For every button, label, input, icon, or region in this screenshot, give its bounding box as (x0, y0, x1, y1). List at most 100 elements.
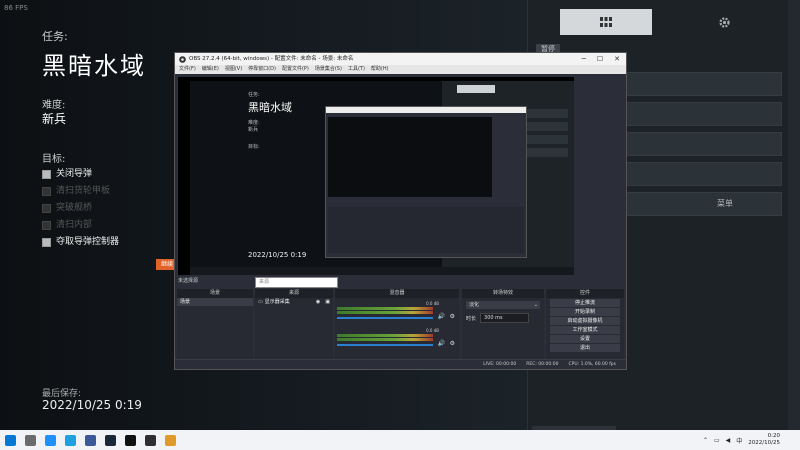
source-item[interactable]: ▭ 显示器采集 ◉ ▣ (255, 298, 333, 307)
duration-input[interactable]: 300 ms (480, 313, 530, 323)
objective-item: 清扫内部 (42, 217, 119, 234)
preview-mission-title: 黑暗水域 (248, 101, 292, 114)
control-button[interactable]: 停止推流 (550, 299, 620, 307)
scene-item[interactable]: 场景 (177, 298, 253, 306)
checkbox-icon (42, 238, 51, 247)
menu-item[interactable]: 配置文件(P) (282, 65, 309, 74)
obs-icon[interactable] (140, 430, 160, 450)
store-icon[interactable] (80, 430, 100, 450)
menu-item[interactable]: 场景集合(S) (315, 65, 342, 74)
properties-button[interactable]: 来源 (255, 277, 338, 288)
mixer-dock: 混音器 0.0 dB 🔊 ⚙ 0.0 dB 🔊 ⚙ (335, 289, 459, 369)
control-button[interactable]: 退出 (550, 344, 620, 352)
mission-title: 黑暗水域 (42, 52, 146, 80)
network-icon[interactable]: ▭ (714, 437, 720, 444)
menu-button-1[interactable] (624, 72, 782, 96)
obs-preview[interactable]: 任务: 黑暗水域 难度: 新兵 目标: 2022/10/25 0:19 (178, 77, 574, 275)
mixer-channel-2: 0.0 dB 🔊 ⚙ (337, 328, 457, 352)
control-button[interactable]: 工作室模式 (550, 326, 620, 334)
grid-tab[interactable] (560, 9, 652, 35)
scenes-dock: 场景 场景 + − ⌃ ⌄ (177, 289, 253, 369)
volume-slider[interactable] (337, 344, 433, 346)
volume-slider[interactable] (337, 317, 433, 319)
control-button[interactable]: 设置 (550, 335, 620, 343)
menu-button-2[interactable] (624, 102, 782, 126)
menu-button-3[interactable] (624, 132, 782, 156)
objectives-list: 关闭导弹 清扫货轮甲板 突破舰桥清扫内部夺取导弹控制器 (42, 166, 119, 251)
monitor-icon: ▭ (258, 299, 263, 305)
control-button[interactable]: 开始录制 (550, 308, 620, 316)
last-save-value: 2022/10/25 0:19 (42, 398, 142, 412)
rec-status: REC: 00:00:00 (526, 362, 559, 367)
menu-item[interactable]: 文件(F) (179, 65, 196, 74)
objective-item: 夺取导弹控制器 (42, 234, 119, 251)
system-tray: ⌃ ▭ ◀ 中 0:20 2022/10/25 (703, 430, 780, 450)
mission-block: 任务: 黑暗水域 (42, 28, 146, 81)
preview-capture: 任务: 黑暗水域 难度: 新兵 目标: 2022/10/25 0:19 (190, 81, 574, 275)
obs-titlebar: OBS 27.2.4 (64-bit, windows) - 配置文件: 未命名… (175, 53, 626, 65)
obs-docks: 未选择源 来源 场景 场景 + − ⌃ ⌄ 来源 ▭ 显示器采集 ◉ ▣ + − (175, 277, 626, 369)
clock-date: 2022/10/25 (748, 440, 780, 446)
cpu-status: CPU: 1.0%, 60.00 fps (568, 362, 617, 367)
menu-button-4[interactable] (624, 162, 782, 186)
channel-db: 0.0 dB (426, 301, 439, 306)
mission-label: 任务: (42, 30, 68, 43)
input-language[interactable]: 中 (736, 436, 742, 445)
maximize-button[interactable]: ☐ (597, 53, 603, 65)
obs-logo-icon (179, 55, 186, 63)
source-item-label: 显示器采集 (264, 299, 290, 305)
level-meter (337, 334, 433, 337)
objective-label: 夺取导弹控制器 (56, 237, 120, 247)
speaker-icon[interactable]: 🔊 (438, 340, 445, 347)
edge-icon[interactable] (60, 430, 80, 450)
menu-item[interactable]: 停靠窗口(D) (248, 65, 276, 74)
speaker-icon[interactable]: 🔊 (438, 313, 445, 320)
objective-item: 清扫货轮甲板 (42, 183, 119, 200)
chevron-up-icon[interactable]: ⌃ (703, 437, 708, 444)
visibility-eye-icon[interactable]: ◉ (316, 298, 320, 307)
task-view-icon[interactable] (20, 430, 40, 450)
folder-icon[interactable] (160, 430, 180, 450)
channel-gear-icon[interactable]: ⚙ (450, 313, 455, 320)
volume-icon[interactable]: ◀ (726, 437, 731, 444)
preview-taskbar (190, 267, 574, 275)
preview-objectives-label: 目标: (248, 144, 260, 150)
minimize-button[interactable]: ─ (582, 53, 586, 65)
taskbar-apps (0, 430, 180, 450)
channel-gear-icon[interactable]: ⚙ (450, 340, 455, 347)
objective-label: 清扫内部 (56, 220, 93, 230)
checkbox-icon (42, 187, 51, 196)
menu-button-5[interactable]: 菜单 (624, 192, 782, 216)
windows-taskbar: ⌃ ▭ ◀ 中 0:20 2022/10/25 (0, 430, 800, 450)
menu-item[interactable]: 帮助(H) (371, 65, 389, 74)
close-button[interactable]: ✕ (614, 53, 620, 65)
menu-item[interactable]: 工具(T) (348, 65, 365, 74)
menu-item[interactable]: 视图(V) (225, 65, 242, 74)
menu-item[interactable]: 编辑(E) (202, 65, 219, 74)
settings-tab[interactable] (678, 9, 770, 35)
cortana-icon[interactable] (40, 430, 60, 450)
lock-icon[interactable]: ▣ (325, 298, 330, 307)
preview-mission-label: 任务: (248, 92, 260, 98)
difficulty-label: 难度: (42, 100, 66, 111)
preview-date: 2022/10/25 0:19 (248, 251, 307, 259)
controls-header: 控件 (546, 289, 624, 298)
preview-grid-tab (457, 85, 495, 93)
checkbox-icon (42, 204, 51, 213)
objective-item: 突破舰桥 (42, 200, 119, 217)
mixer-channel-1: 0.0 dB 🔊 ⚙ (337, 301, 457, 325)
controls-dock: 控件 停止推流 开始录制 启动虚拟摄像机 工作室模式 设置 退出 (546, 289, 624, 369)
obs-window: OBS 27.2.4 (64-bit, windows) - 配置文件: 未命名… (174, 52, 627, 370)
duration-label: 时长 (466, 315, 477, 322)
transition-select[interactable]: 淡化 ⌄ (466, 301, 540, 309)
clock[interactable]: 0:20 2022/10/25 (748, 433, 780, 447)
controls-list: 停止推流 开始录制 启动虚拟摄像机 工作室模式 设置 退出 (546, 299, 624, 352)
game-launcher-icon[interactable] (120, 430, 140, 450)
steam-icon[interactable] (100, 430, 120, 450)
windows-start-icon[interactable] (0, 430, 20, 450)
grid-icon (600, 17, 612, 27)
objective-item: 关闭导弹 (42, 166, 119, 183)
objectives-label: 目标: (42, 154, 66, 165)
control-button[interactable]: 启动虚拟摄像机 (550, 317, 620, 325)
mixer-header: 混音器 (335, 289, 459, 298)
